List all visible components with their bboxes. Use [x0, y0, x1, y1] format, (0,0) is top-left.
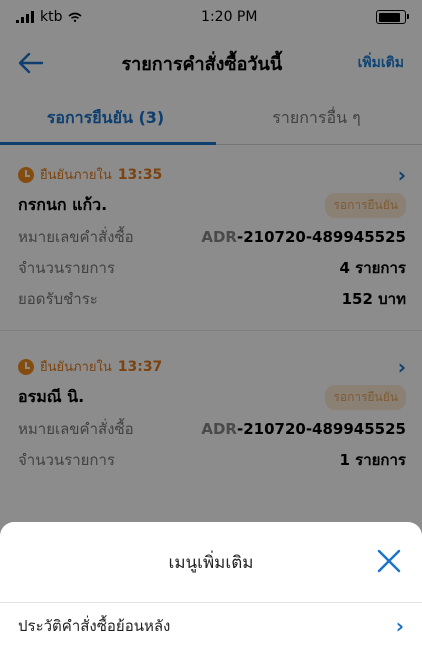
sheet-title: เมนูเพิ่มเติม [168, 552, 254, 573]
close-icon[interactable] [374, 546, 404, 576]
bottom-sheet: เมนูเพิ่มเติม ประวัติคำสั่งซื้อย้อนหลัง … [0, 522, 422, 649]
sheet-item-label: ประวัติคำสั่งซื้อย้อนหลัง [18, 617, 171, 635]
sheet-item-order-history[interactable]: ประวัติคำสั่งซื้อย้อนหลัง › [0, 603, 422, 649]
chevron-right-icon: › [395, 614, 404, 638]
sheet-header: เมนูเพิ่มเติม [0, 522, 422, 603]
